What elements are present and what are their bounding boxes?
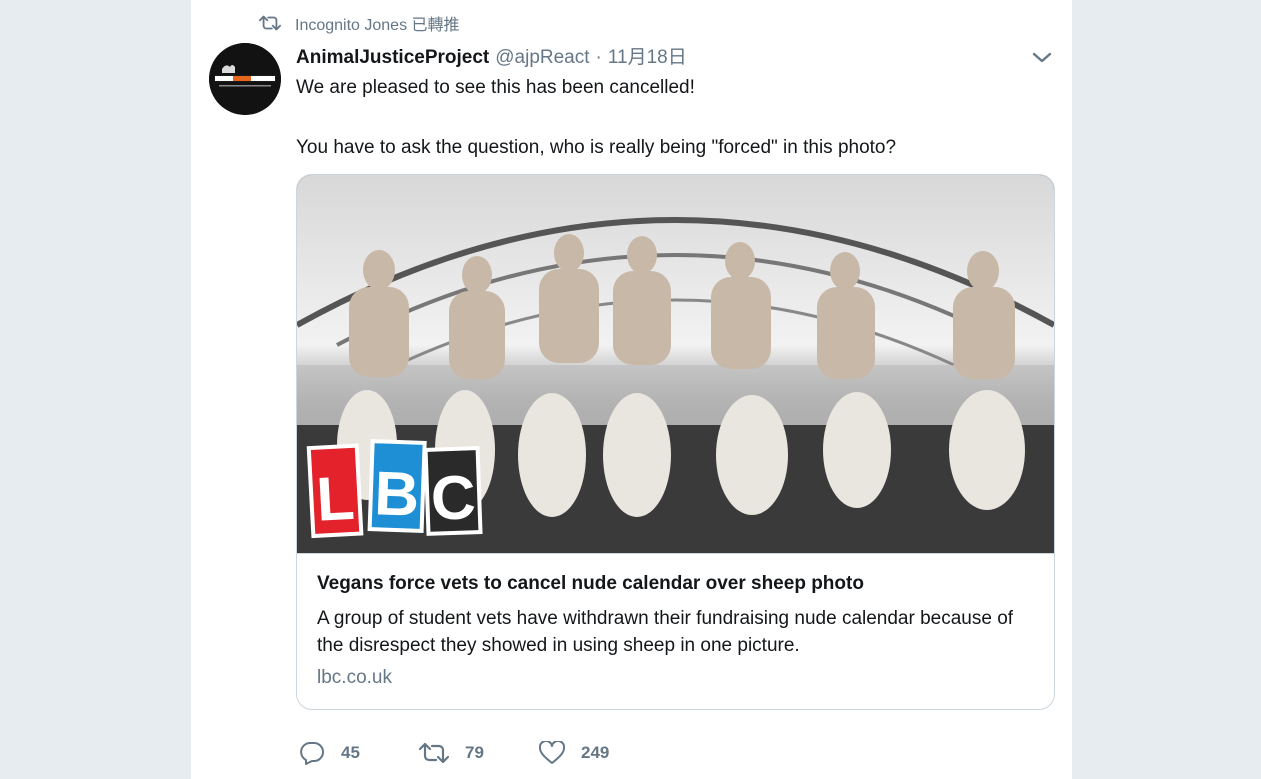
avatar-image [209,43,281,115]
heart-icon [539,741,565,764]
retweet-count: 79 [465,743,484,762]
tweet-actions: 45 79 249 [299,738,659,768]
separator: · [595,47,602,68]
reply-count: 45 [341,743,360,762]
logo-letter-l: L [315,464,356,535]
card-photo: L B C [297,175,1054,553]
timestamp[interactable]: 11月18日 [608,42,687,69]
tweet-container: Incognito Jones 已轉推 AnimalJusticeProject… [191,0,1072,779]
tweet-header: AnimalJusticeProject @ajpReact · 11月18日 [296,42,687,70]
avatar[interactable] [209,43,281,115]
card-image[interactable]: L B C [297,175,1054,554]
retweet-button[interactable]: 79 [419,742,539,764]
user-handle[interactable]: @ajpReact [495,47,589,69]
lbc-logo: L B C [306,439,483,539]
like-count: 249 [581,743,610,762]
logo-letter-c: C [430,463,477,534]
reply-icon [300,742,324,765]
card-body: Vegans force vets to cancel nude calenda… [297,554,1054,689]
retweet-context-text[interactable]: Incognito Jones 已轉推 [295,11,460,35]
chevron-down-icon[interactable] [1029,47,1055,67]
retweet-context: Incognito Jones 已轉推 [259,12,460,34]
display-name[interactable]: AnimalJusticeProject [296,47,489,69]
retweet-action-icon [419,742,449,764]
card-description: A group of student vets have withdrawn t… [317,608,1014,656]
card-title[interactable]: Vegans force vets to cancel nude calenda… [317,572,1034,596]
link-card[interactable]: L B C Vegans force vets to cancel nude c… [296,174,1055,710]
card-domain[interactable]: lbc.co.uk [317,667,1034,689]
page: Incognito Jones 已轉推 AnimalJusticeProject… [0,0,1261,779]
logo-letter-b: B [373,459,420,530]
tweet-text: We are pleased to see this has been canc… [296,77,897,158]
like-button[interactable]: 249 [539,741,659,765]
reply-button[interactable]: 45 [299,741,419,765]
retweet-icon [259,15,281,31]
